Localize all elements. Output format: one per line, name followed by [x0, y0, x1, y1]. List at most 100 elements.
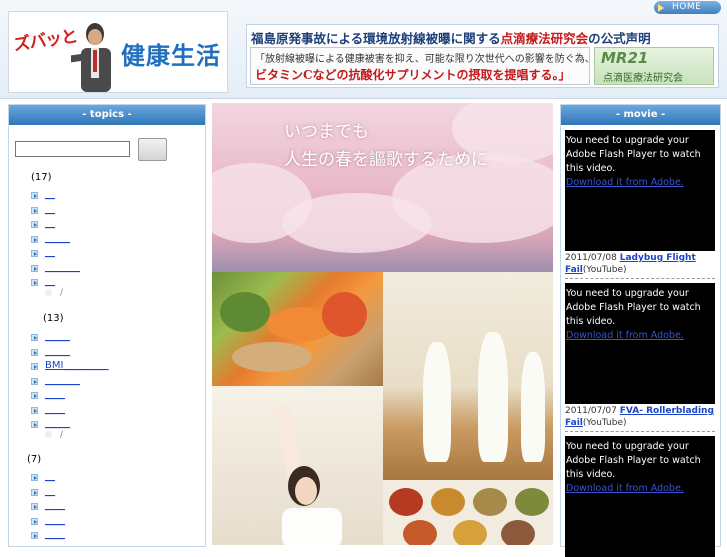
home-button[interactable]: HOME — [654, 1, 721, 14]
topic-link[interactable]: _____ — [45, 232, 70, 246]
topic-link[interactable]: _______ — [45, 261, 80, 275]
bullet-icon — [31, 488, 38, 496]
banner-quote-line1: 「放射線被曝による健康被害を抑え、可能な限り次世代への影響を防ぐ為、 — [255, 54, 595, 65]
pepper-shape — [322, 292, 367, 337]
spice-bowl — [501, 520, 535, 545]
movie-title: - movie - — [561, 105, 720, 125]
download-adobe-link[interactable]: Download it from Adobe. — [565, 176, 715, 190]
topic-link[interactable]: ____ — [45, 528, 65, 542]
more-link[interactable]: / — [45, 288, 63, 298]
topic-link[interactable]: ____ — [45, 499, 65, 513]
download-adobe-link[interactable]: Download it from Adobe. — [565, 329, 715, 343]
more-link[interactable]: / — [45, 430, 63, 440]
mr21-logo: MR21 点滴医療法研究会 — [594, 47, 714, 85]
bullet-icon — [31, 474, 38, 481]
home-button-label: HOME — [672, 2, 702, 12]
basket-shape — [232, 342, 312, 372]
video-player[interactable]: You need to upgrade your Adobe Flash Pla… — [565, 130, 715, 251]
topic-link[interactable]: _______ — [45, 374, 80, 388]
topics-panel: - topics - (17) __ __ __ _____ __ ______… — [8, 104, 206, 547]
site-header: HOME ズバッと 健康生活 福島原発事故による環境放射線被曝に関する点滴療法研… — [0, 0, 727, 99]
spice-bowl — [515, 488, 549, 516]
topic-link[interactable]: _____ — [45, 345, 70, 359]
bullet-icon — [31, 264, 38, 272]
movie-source: (YouTube) — [582, 418, 627, 428]
topic-link[interactable]: __ — [45, 246, 55, 260]
person-shape — [423, 342, 451, 462]
topic-group-count: (7) — [27, 454, 42, 465]
spice-bowl — [473, 488, 507, 516]
bullet-icon — [31, 250, 38, 257]
movie-item: You need to upgrade your Adobe Flash Pla… — [565, 436, 715, 557]
banner-headline: 福島原発事故による環境放射線被曝に関する点滴療法研究会の公式声明 — [251, 28, 651, 47]
bullet-icon — [31, 421, 38, 428]
search-input[interactable] — [15, 141, 130, 157]
site-logo[interactable]: ズバッと 健康生活 — [8, 11, 228, 93]
spice-bowl — [403, 520, 437, 545]
topic-link[interactable]: _____ — [45, 417, 70, 431]
bullet-icon — [31, 517, 38, 525]
logo-right-text: 健康生活 — [121, 41, 221, 70]
topic-link[interactable]: _____ — [45, 330, 70, 344]
bullet-icon — [31, 532, 38, 539]
topic-link[interactable]: BMI_________ — [45, 359, 108, 373]
person-shape — [478, 332, 508, 462]
topic-link[interactable]: ____ — [45, 388, 65, 402]
bullet-icon — [31, 206, 38, 214]
spice-bowl — [389, 488, 423, 516]
broccoli-shape — [220, 292, 270, 332]
bullet-icon — [31, 348, 38, 356]
spice-bowl — [431, 488, 465, 516]
movie-panel: - movie - You need to upgrade your Adobe… — [560, 104, 721, 557]
bullet-icon — [31, 392, 38, 399]
banner-quote-line2: ビタミンCなどの抗酸化サプリメントの摂取を提唱する。」 — [255, 68, 571, 82]
bullet-icon — [31, 377, 38, 385]
download-adobe-link[interactable]: Download it from Adobe. — [565, 482, 715, 496]
movie-item: You need to upgrade your Adobe Flash Pla… — [565, 283, 715, 432]
spice-bowl — [453, 520, 487, 545]
topic-link[interactable]: __ — [45, 217, 55, 231]
bullet-icon — [31, 363, 38, 370]
hero-tagline-line1: いつまでも — [284, 122, 369, 142]
search-button[interactable] — [138, 138, 167, 161]
blossom-shape — [282, 193, 432, 253]
spices-image — [383, 480, 553, 545]
bullet-icon — [31, 503, 38, 510]
hero-collage: いつまでも 人生の春を謳歌するために — [212, 103, 553, 545]
topic-link[interactable]: ____ — [45, 514, 65, 528]
bullet-icon — [31, 192, 38, 199]
video-player[interactable]: You need to upgrade your Adobe Flash Pla… — [565, 436, 715, 557]
topic-link[interactable]: __ — [45, 203, 55, 217]
statement-banner[interactable]: 福島原発事故による環境放射線被曝に関する点滴療法研究会の公式声明 「放射線被曝に… — [246, 24, 719, 88]
movie-caption: 2011/07/07 FVA- Rollerblading Fail(YouTu… — [565, 405, 715, 432]
bullet-icon — [31, 235, 38, 243]
vegetables-image — [212, 272, 383, 386]
hero-tagline-line2: 人生の春を謳歌するために — [284, 150, 488, 170]
flash-upgrade-message: You need to upgrade your Adobe Flash Pla… — [566, 288, 701, 327]
topic-link[interactable]: ____ — [45, 403, 65, 417]
more-dot-icon — [45, 431, 52, 438]
more-dot-icon — [45, 289, 52, 296]
topic-group-count: (17) — [31, 172, 52, 183]
logo-person-illustration — [71, 23, 111, 92]
stretching-figure — [272, 405, 342, 545]
logo-left-text: ズバッと — [12, 26, 79, 56]
person-shape — [521, 352, 545, 462]
topic-link[interactable]: __ — [45, 470, 55, 484]
flash-upgrade-message: You need to upgrade your Adobe Flash Pla… — [566, 135, 701, 174]
banner-headline-part1: 福島原発事故による環境放射線被曝に関する — [251, 31, 501, 46]
movie-caption: 2011/07/08 Ladybug Flight Fail(YouTube) — [565, 252, 715, 279]
topics-title: - topics - — [9, 105, 205, 125]
topic-link[interactable]: __ — [45, 485, 55, 499]
movie-date: 2011/07/08 — [565, 253, 617, 263]
topic-link[interactable]: __ — [45, 188, 55, 202]
bullet-icon — [31, 279, 38, 286]
topic-group-count: (13) — [43, 313, 64, 324]
topic-link[interactable]: __ — [45, 275, 55, 289]
flash-upgrade-message: You need to upgrade your Adobe Flash Pla… — [566, 441, 701, 480]
bullet-icon — [31, 406, 38, 414]
cherry-blossom-image: いつまでも 人生の春を謳歌するために — [212, 103, 553, 272]
banner-headline-part2: の公式声明 — [588, 31, 651, 46]
video-player[interactable]: You need to upgrade your Adobe Flash Pla… — [565, 283, 715, 404]
bullet-icon — [31, 221, 38, 228]
